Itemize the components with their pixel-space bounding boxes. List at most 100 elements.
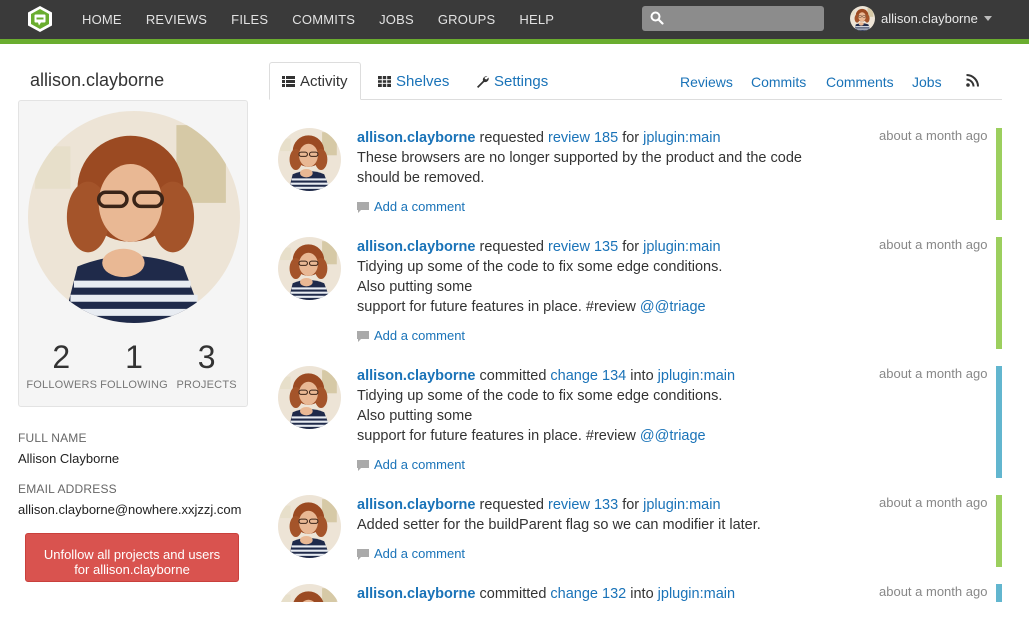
activity-message-line: Also putting some — [357, 408, 473, 424]
activity-object-link[interactable]: review 135 — [548, 239, 618, 255]
profile-card: 2 FOLLOWERS 1 FOLLOWING 3 PROJECTS — [18, 100, 248, 407]
nav-reviews[interactable]: REVIEWS — [134, 12, 219, 27]
filter-reviews-link[interactable]: Reviews — [680, 74, 733, 90]
activity-message-line: support for future features in place. #r… — [357, 428, 636, 444]
activity-user-link[interactable]: allison.clayborne — [357, 130, 475, 146]
user-menu-name: allison.clayborne — [881, 11, 978, 26]
avatar[interactable] — [278, 495, 341, 558]
unfollow-all-button[interactable]: Unfollow all projects and users for alli… — [25, 533, 239, 582]
activity-prep: for — [622, 130, 640, 146]
following-stat[interactable]: 1 FOLLOWING — [99, 339, 169, 391]
activity-target-link[interactable]: jplugin:main — [658, 368, 735, 384]
activity-timestamp: about a month ago — [879, 366, 988, 381]
swarm-logo-icon[interactable] — [27, 5, 53, 33]
nav-commits[interactable]: COMMITS — [280, 12, 367, 27]
rss-icon[interactable] — [966, 74, 979, 87]
list-icon — [282, 75, 295, 87]
activity-verb: requested — [479, 239, 545, 255]
activity-object-link[interactable]: change 132 — [550, 586, 626, 602]
comment-icon — [357, 459, 369, 471]
avatar[interactable] — [278, 584, 341, 602]
navbar-accent-stripe — [0, 39, 1029, 44]
unfollow-line-2: for allison.clayborne — [74, 562, 190, 577]
activity-body: allison.clayborne requested review 135 f… — [357, 237, 857, 348]
tab-activity-label: Activity — [300, 72, 348, 90]
activity-prep: for — [622, 239, 640, 255]
tab-settings[interactable]: Settings — [464, 62, 560, 100]
activity-target-link[interactable]: jplugin:main — [643, 239, 720, 255]
activity-message-line: Tidying up some of the code to fix some … — [357, 259, 723, 275]
filter-comments-link[interactable]: Comments — [826, 74, 894, 90]
activity-verb: requested — [479, 497, 545, 513]
following-count: 1 — [125, 339, 143, 375]
tab-shelves[interactable]: Shelves — [366, 62, 461, 100]
followers-count: 2 — [52, 339, 71, 375]
activity-object-link[interactable]: review 185 — [548, 130, 618, 146]
nav-files[interactable]: FILES — [219, 12, 280, 27]
activity-user-link[interactable]: allison.clayborne — [357, 239, 475, 255]
comment-icon — [357, 330, 369, 342]
activity-verb: requested — [479, 130, 545, 146]
wrench-icon — [477, 75, 489, 88]
activity-target-link[interactable]: jplugin:main — [658, 586, 735, 602]
activity-verb: committed — [479, 368, 547, 384]
activity-user-link[interactable]: allison.clayborne — [357, 368, 475, 384]
tab-activity[interactable]: Activity — [269, 62, 361, 100]
avatar[interactable] — [278, 128, 341, 191]
table-icon — [378, 75, 391, 87]
avatar[interactable] — [278, 366, 341, 429]
mention-link[interactable]: @@triage — [640, 299, 706, 315]
nav-groups[interactable]: GROUPS — [426, 12, 508, 27]
profile-username: allison.clayborne — [30, 70, 165, 90]
filter-jobs-link[interactable]: Jobs — [912, 74, 942, 90]
activity-prep: into — [630, 368, 654, 384]
search-input[interactable] — [642, 6, 824, 31]
activity-item: allison.clayborne requested review 135 f… — [278, 237, 1002, 349]
add-comment-link[interactable]: Add a comment — [357, 544, 465, 564]
activity-item: allison.clayborne committed change 134 i… — [278, 366, 1002, 478]
add-comment-label: Add a comment — [374, 199, 466, 214]
profile-stats: 2 FOLLOWERS 1 FOLLOWING 3 PROJECTS — [19, 339, 249, 391]
activity-item: allison.clayborne committed change 132 i… — [278, 584, 1002, 602]
activity-message-line: Added setter for the buildParent flag so… — [357, 517, 761, 533]
followers-label: FOLLOWERS — [26, 379, 98, 391]
activity-body: allison.clayborne requested review 133 f… — [357, 495, 857, 566]
activity-message-line: These browsers are no longer supported b… — [357, 150, 802, 166]
activity-prep: into — [630, 586, 654, 602]
filter-commits-link[interactable]: Commits — [751, 74, 806, 90]
activity-prep: for — [622, 497, 640, 513]
activity-user-link[interactable]: allison.clayborne — [357, 497, 475, 513]
full-name-value: Allison Clayborne — [18, 451, 120, 466]
commit-indicator-bar — [996, 584, 1002, 602]
review-indicator-bar — [996, 237, 1002, 349]
tab-shelves-label: Shelves — [396, 72, 450, 90]
activity-object-link[interactable]: change 134 — [550, 368, 626, 384]
comment-icon — [357, 548, 369, 560]
add-comment-link[interactable]: Add a comment — [357, 197, 465, 217]
projects-stat[interactable]: 3 PROJECTS — [172, 339, 242, 391]
activity-target-link[interactable]: jplugin:main — [643, 130, 720, 146]
avatar — [850, 6, 875, 31]
activity-item: allison.clayborne requested review 133 f… — [278, 495, 1002, 567]
activity-message-line: should be removed. — [357, 170, 485, 186]
projects-count: 3 — [197, 339, 216, 375]
chevron-down-icon — [983, 16, 992, 21]
mention-link[interactable]: @@triage — [640, 428, 706, 444]
add-comment-label: Add a comment — [374, 546, 466, 561]
activity-body: allison.clayborne committed change 134 i… — [357, 366, 857, 477]
nav-home[interactable]: HOME — [70, 12, 134, 27]
add-comment-link[interactable]: Add a comment — [357, 455, 465, 475]
main-nav: HOME REVIEWS FILES COMMITS JOBS GROUPS H… — [70, 0, 566, 39]
avatar[interactable] — [278, 237, 341, 300]
user-menu[interactable]: allison.clayborne — [850, 6, 992, 31]
nav-jobs[interactable]: JOBS — [367, 12, 426, 27]
nav-help[interactable]: HELP — [507, 12, 566, 27]
activity-target-link[interactable]: jplugin:main — [643, 497, 720, 513]
add-comment-link[interactable]: Add a comment — [357, 326, 465, 346]
projects-label: PROJECTS — [176, 379, 237, 391]
followers-stat[interactable]: 2 FOLLOWERS — [26, 339, 98, 391]
activity-object-link[interactable]: review 133 — [548, 497, 618, 513]
search-icon — [650, 11, 664, 25]
add-comment-label: Add a comment — [374, 328, 466, 343]
activity-user-link[interactable]: allison.clayborne — [357, 586, 475, 602]
